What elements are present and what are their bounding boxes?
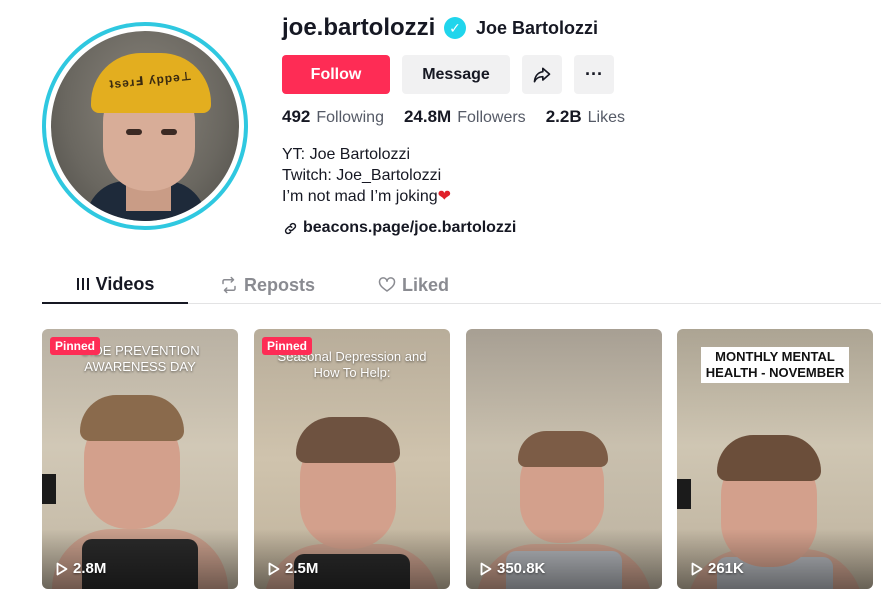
bio: YT: Joe Bartolozzi Twitch: Joe_Bartolozz… <box>282 144 451 207</box>
stat-value: 492 <box>282 107 311 126</box>
tab-reposts[interactable]: Reposts <box>220 266 315 304</box>
avatar-photo: ʇsǝɹℲ ʎppǝ⊥ <box>51 31 239 221</box>
thumbnail-detail <box>677 479 691 509</box>
video-card[interactable]: 350.8K <box>466 329 662 589</box>
video-card[interactable]: MONTHLY MENTAL HEALTH - NOVEMBER 261K <box>677 329 873 589</box>
stat-label: Followers <box>457 109 526 126</box>
view-count: 2.5M <box>268 560 318 577</box>
view-count: 2.8M <box>56 560 106 577</box>
thumbnail-shade <box>254 529 450 589</box>
avatar[interactable]: ʇsǝɹℲ ʎppǝ⊥ <box>42 22 248 230</box>
link-text: beacons.page/joe.bartolozzi <box>303 219 517 236</box>
stat-value: 24.8M <box>403 107 452 126</box>
thumbnail-shade <box>466 529 662 589</box>
thumbnail-person <box>717 435 821 481</box>
pinned-badge: Pinned <box>50 337 101 355</box>
view-count: 261K <box>691 560 744 577</box>
bio-line: Twitch: Joe_Bartolozzi <box>282 167 442 184</box>
thumbnail-shade <box>677 529 873 589</box>
bio-line: YT: Joe Bartolozzi <box>282 146 411 163</box>
profile-stats: 492 Following 24.8M Followers 2.2B Likes <box>282 107 625 127</box>
share-icon <box>533 67 551 82</box>
tab-liked[interactable]: Liked <box>378 266 449 304</box>
play-icon <box>56 562 68 575</box>
stat-value: 2.2B <box>545 107 582 126</box>
thumbnail-person <box>296 417 400 463</box>
avatar-eye <box>161 129 177 135</box>
thumbnail-shade <box>42 529 238 589</box>
message-button[interactable]: Message <box>402 55 510 94</box>
verified-check-icon: ✓ <box>444 17 466 39</box>
pinned-badge: Pinned <box>262 337 313 355</box>
stat-following[interactable]: 492 Following <box>282 107 384 127</box>
stat-label: Following <box>316 109 384 126</box>
video-caption-overlay: MONTHLY MENTAL HEALTH - NOVEMBER <box>701 347 849 383</box>
thumbnail-person <box>518 431 608 467</box>
follow-button[interactable]: Follow <box>282 55 390 94</box>
play-icon <box>691 562 703 575</box>
heart-outline-icon <box>378 277 396 292</box>
grid-icon <box>76 278 89 290</box>
more-dots-icon: ··· <box>585 64 603 84</box>
tab-videos[interactable]: Videos <box>42 266 188 304</box>
tab-label: Reposts <box>244 274 316 295</box>
video-card[interactable]: Seasonal Depression and How To Help: Pin… <box>254 329 450 589</box>
play-icon <box>268 562 280 575</box>
nickname: Joe Bartolozzi <box>476 18 599 38</box>
view-count: 350.8K <box>480 560 545 577</box>
link-icon <box>284 222 297 234</box>
stat-likes: 2.2B Likes <box>546 107 625 127</box>
tab-label: Liked <box>402 274 450 295</box>
play-icon <box>480 562 492 575</box>
repost-icon <box>222 276 236 294</box>
bio-line: I’m not mad I’m joking❤ <box>282 188 452 205</box>
stat-followers[interactable]: 24.8M Followers <box>404 107 526 127</box>
tab-label: Videos <box>95 273 155 294</box>
more-button[interactable]: ··· <box>574 55 614 94</box>
username: joe.bartolozzi <box>282 14 436 41</box>
profile-tabs: Videos Reposts Liked <box>42 266 881 304</box>
heart-icon: ❤ <box>437 188 452 205</box>
stat-label: Likes <box>587 109 625 126</box>
thumbnail-detail <box>42 474 56 504</box>
profile-link[interactable]: beacons.page/joe.bartolozzi <box>283 219 516 237</box>
avatar-eye <box>126 129 142 135</box>
thumbnail-person <box>80 395 184 441</box>
video-card[interactable]: CIDE PREVENTION AWARENESS DAY Pinned 2.8… <box>42 329 238 589</box>
share-button[interactable] <box>522 55 562 94</box>
